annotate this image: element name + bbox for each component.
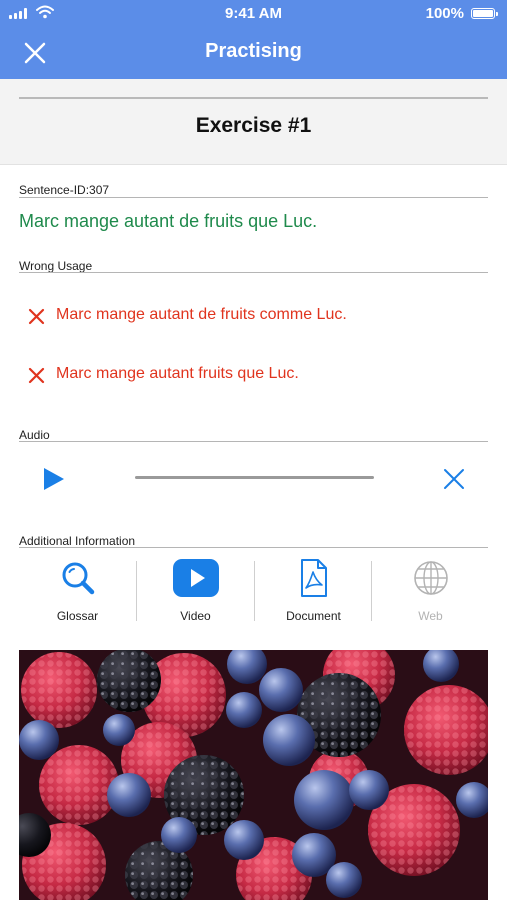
pdf-document-icon	[300, 559, 327, 597]
audio-play-button[interactable]	[41, 466, 67, 492]
search-icon	[62, 562, 94, 595]
exercise-header: Exercise #1	[0, 79, 507, 165]
wrong-x-icon	[28, 308, 45, 325]
section-divider	[19, 547, 488, 548]
audio-label: Audio	[19, 428, 50, 442]
glossar-label: Glossar	[56, 609, 99, 623]
globe-icon	[413, 561, 448, 595]
wrong-usage-text: Marc mange autant fruits que Luc.	[56, 365, 299, 382]
web-button[interactable]: Web	[372, 558, 489, 628]
close-button[interactable]	[22, 40, 48, 66]
correct-sentence: Marc mange autant de fruits que Luc.	[19, 211, 318, 231]
video-button[interactable]: Video	[137, 558, 254, 628]
close-icon	[444, 469, 464, 489]
audio-progress-slider[interactable]	[135, 476, 374, 479]
exercise-divider	[19, 97, 488, 99]
navigation-bar: Practising	[0, 28, 507, 79]
section-divider	[19, 441, 488, 442]
video-play-icon	[172, 559, 219, 597]
wrong-usage-text: Marc mange autant de fruits comme Luc.	[56, 306, 347, 323]
status-bar: 9:41 AM 100%	[0, 0, 507, 28]
berries-photo	[19, 650, 488, 900]
video-label: Video	[180, 609, 211, 623]
section-divider	[19, 197, 488, 198]
sentence-id-label: Sentence-ID:307	[19, 183, 110, 197]
additional-info-label: Additional Information	[19, 534, 136, 548]
battery-percentage: 100%	[425, 5, 464, 22]
exercise-title: Exercise #1	[195, 114, 312, 137]
battery-icon	[471, 8, 498, 19]
wrong-x-icon	[28, 367, 45, 384]
wrong-usage-label: Wrong Usage	[19, 259, 93, 273]
document-label: Document	[286, 609, 341, 623]
close-icon	[24, 42, 46, 64]
audio-close-button[interactable]	[442, 467, 466, 491]
document-button[interactable]: Document	[255, 558, 372, 628]
play-icon	[44, 468, 64, 490]
berries-image	[19, 650, 488, 900]
section-divider	[19, 272, 488, 273]
web-label: Web	[418, 609, 443, 623]
page-title: Practising	[205, 40, 302, 62]
glossar-button[interactable]: Glossar	[19, 558, 136, 628]
